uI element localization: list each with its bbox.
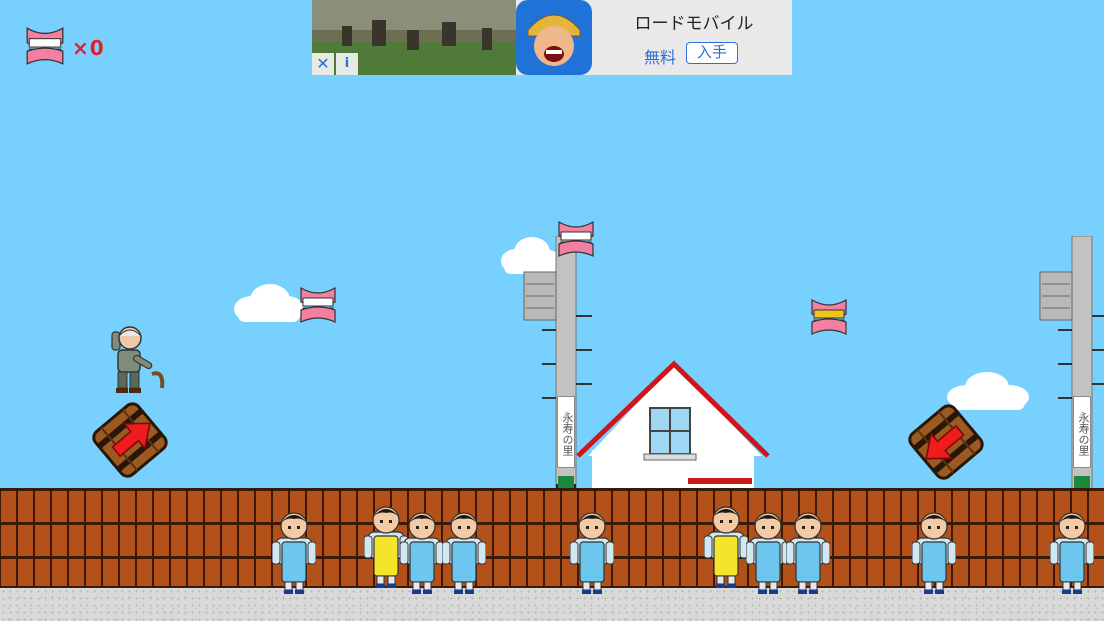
caregiver-blue-apron <box>441 508 487 594</box>
caregiver-blue-apron <box>1049 508 1095 594</box>
cloud-1 <box>234 284 304 322</box>
caregiver-blue-apron <box>911 508 957 594</box>
dentures-count: ×0 <box>72 36 105 60</box>
ad-get-button[interactable]: 入手 <box>686 42 738 64</box>
house <box>576 360 770 490</box>
ad-banner[interactable]: ロードモバイル 無料 入手 ✕ i <box>312 0 792 75</box>
caregiver-yellow-apron <box>703 502 749 588</box>
grandpa-player <box>111 326 165 393</box>
caregiver-blue-apron <box>271 508 317 594</box>
game-stage[interactable]: 永寿の里 永寿の里 ×0 ロードモバイル 無料 入手 ✕ i <box>0 0 1104 621</box>
dentures-pink-1 <box>300 286 336 323</box>
dentures-icon <box>26 27 64 65</box>
ad-info-icon[interactable]: i <box>336 53 358 75</box>
caregiver-blue-apron <box>399 508 445 594</box>
barrel-launch-up-right[interactable] <box>88 400 172 480</box>
dentures-pink-2 <box>558 220 594 257</box>
ad-app-icon <box>516 0 592 75</box>
dentures-gold <box>811 298 847 335</box>
ad-price[interactable]: 無料 <box>644 44 676 68</box>
place-name-sign-2: 永寿の里 <box>1073 396 1091 468</box>
caregiver-blue-apron <box>569 508 615 594</box>
ad-close-icon[interactable]: ✕ <box>312 53 334 75</box>
dentures-counter: ×0 <box>24 24 124 70</box>
caregiver-blue-apron <box>745 508 791 594</box>
place-name-sign-1: 永寿の里 <box>557 396 575 468</box>
ad-title[interactable]: ロードモバイル <box>624 9 764 34</box>
caregiver-crowd <box>0 500 1104 596</box>
caregiver-blue-apron <box>785 508 831 594</box>
barrel-launch-down-left[interactable] <box>904 402 988 482</box>
